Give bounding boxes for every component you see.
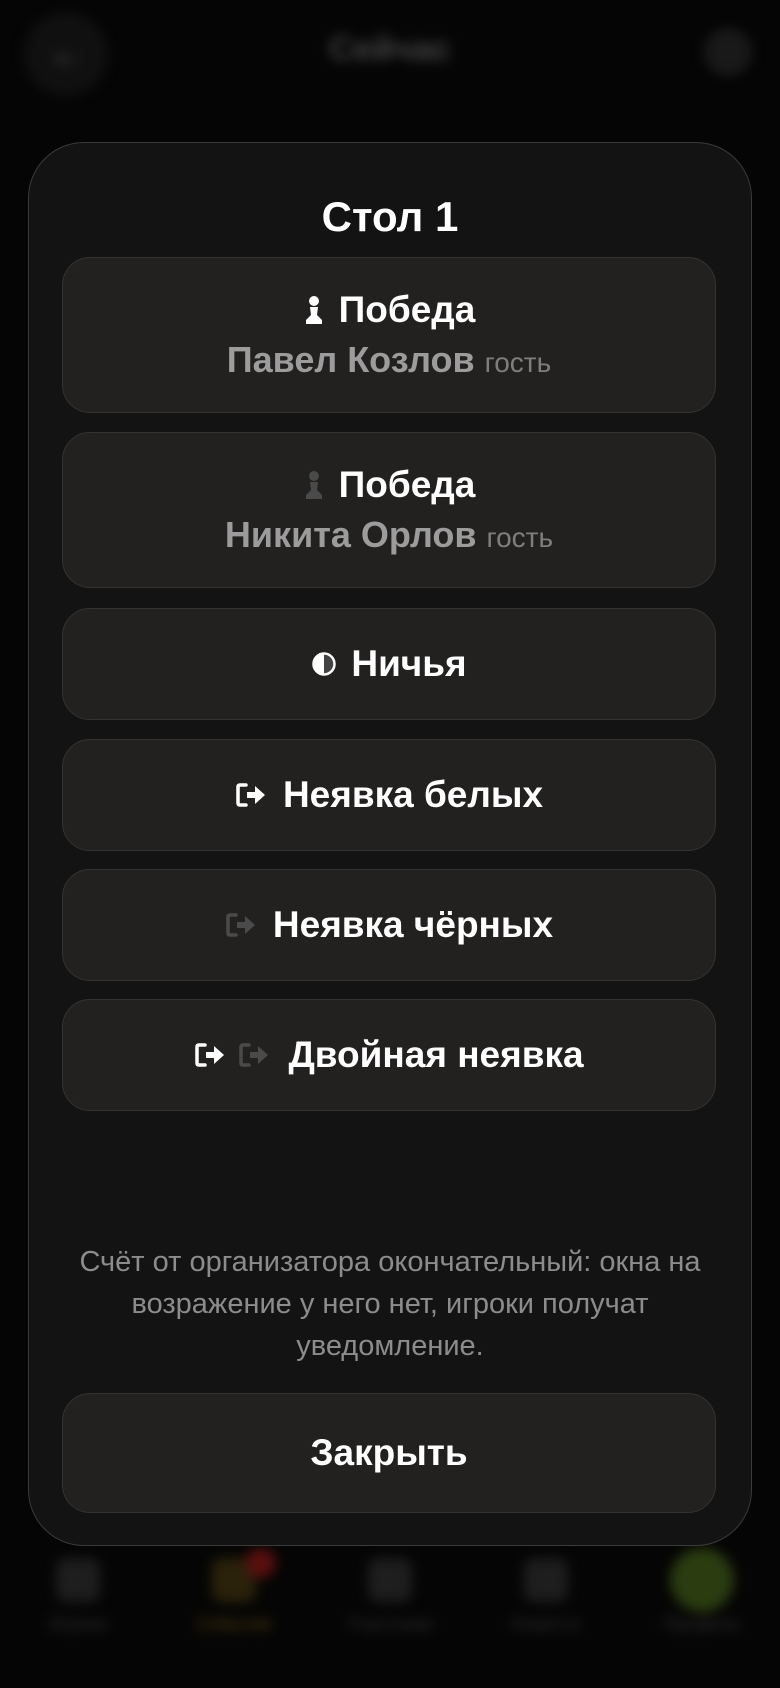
exit-double-icon	[194, 1041, 274, 1069]
option-label: Победа	[338, 289, 476, 330]
group-icon	[368, 1558, 412, 1602]
notification-badge	[246, 1548, 276, 1578]
tab-news: Новости	[486, 1558, 606, 1635]
draw-button[interactable]: Ничья	[62, 608, 716, 720]
pawn-black-icon	[303, 470, 325, 500]
option-player: Павел Козлов гость	[227, 339, 551, 381]
option-label: Победа	[338, 464, 476, 505]
result-modal: Стол 1 Победа Павел Козлов гость Победа …	[28, 142, 752, 1546]
half-circle-icon	[311, 651, 337, 677]
option-line: Неявка чёрных	[225, 904, 553, 946]
option-line: Ничья	[311, 643, 467, 685]
tab-label: Профиль	[663, 1614, 741, 1634]
option-line: Победа	[303, 464, 476, 506]
double-no-show-button[interactable]: Двойная неявка	[62, 999, 716, 1111]
option-line: Неявка белых	[235, 774, 543, 816]
tab-profile: Профиль	[642, 1548, 762, 1635]
white-no-show-button[interactable]: Неявка белых	[62, 739, 716, 851]
pawn-white-icon	[303, 295, 325, 325]
player-name: Павел Козлов	[226, 339, 475, 380]
option-line: Двойная неявка	[194, 1034, 584, 1076]
finality-note: Счёт от организатора окончательный: окна…	[79, 1246, 701, 1362]
gear-icon	[704, 28, 752, 76]
tab-events: События	[174, 1548, 294, 1635]
app-header-title: Сейчас	[329, 30, 451, 68]
guest-tag: гость	[484, 347, 552, 378]
close-button[interactable]: Закрыть	[62, 1393, 716, 1513]
tab-label: Новости	[511, 1614, 581, 1634]
white-win-button[interactable]: Победа Павел Козлов гость	[62, 257, 716, 413]
black-no-show-button[interactable]: Неявка чёрных	[62, 869, 716, 981]
tab-label: Игроки	[49, 1614, 107, 1634]
exit-white-icon	[235, 781, 269, 809]
tab-players: Игроки	[18, 1558, 138, 1635]
modal-title: Стол 1	[321, 193, 459, 240]
exit-black-icon	[225, 911, 259, 939]
option-line: Победа	[303, 289, 476, 331]
option-label: Ничья	[351, 643, 467, 684]
tab-participants: Участники	[330, 1558, 450, 1635]
tab-label: Участники	[347, 1614, 433, 1634]
option-player: Никита Орлов гость	[225, 514, 553, 556]
newspaper-icon	[524, 1558, 568, 1602]
option-label: Неявка белых	[282, 774, 544, 815]
screen: ← Сейчас Игроки События Участники Новост…	[0, 0, 780, 1688]
player-name: Никита Орлов	[224, 514, 477, 555]
avatar	[670, 1548, 734, 1612]
option-label: Двойная неявка	[288, 1034, 584, 1075]
tab-label: События	[196, 1614, 272, 1634]
black-win-button[interactable]: Победа Никита Орлов гость	[62, 432, 716, 588]
option-label: Неявка чёрных	[272, 904, 554, 945]
person-icon	[56, 1558, 100, 1602]
guest-tag: гость	[486, 522, 554, 553]
app-header: ← Сейчас	[0, 0, 780, 110]
